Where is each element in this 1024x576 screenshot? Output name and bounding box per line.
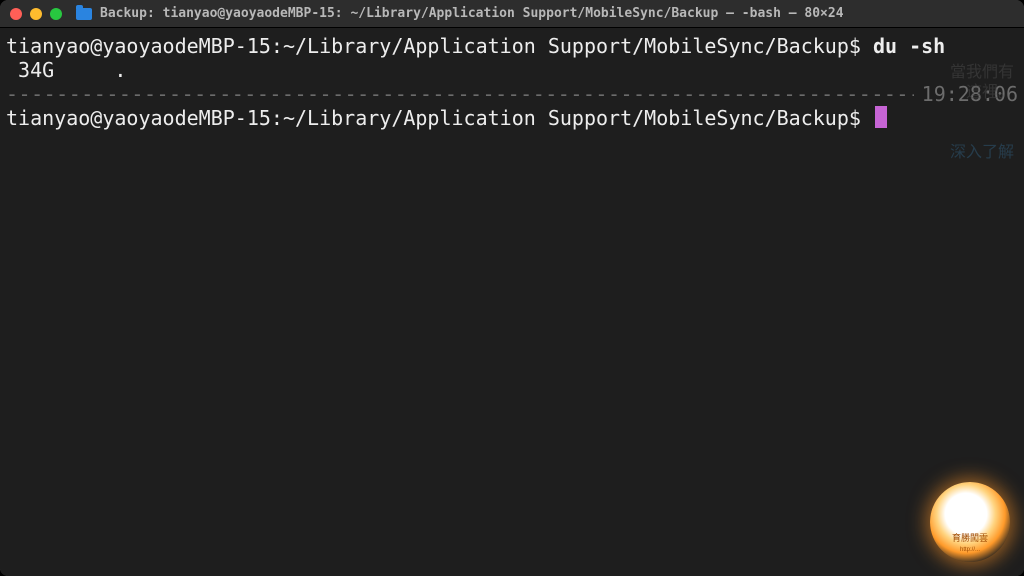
separator-dashes: ----------------------------------------… [6,82,914,106]
traffic-lights [10,8,62,20]
terminal-area[interactable]: 當我們有 這裡。 深入了解 tianyao@yaoyaodeMBP-15:~/L… [0,28,1024,576]
output-line: 34G . [0,58,1024,82]
watermark-label: 育勝闖雲 http://... [952,534,988,554]
close-icon[interactable] [10,8,22,20]
cursor-icon [875,106,887,128]
bg-text-line: 深入了解 [950,142,1014,162]
command-text: du -sh [873,34,945,58]
output-text: 34G . [6,58,126,82]
command-line-1: tianyao@yaoyaodeMBP-15:~/Library/Applica… [0,34,1024,58]
folder-icon [76,8,92,20]
prompt-text: tianyao@yaoyaodeMBP-15:~/Library/Applica… [6,106,873,130]
timestamp: 19:28:06 [914,82,1018,106]
command-line-2[interactable]: tianyao@yaoyaodeMBP-15:~/Library/Applica… [0,106,1024,130]
watermark-badge: 育勝闖雲 http://... [930,482,1010,562]
zoom-icon[interactable] [50,8,62,20]
titlebar[interactable]: Backup: tianyao@yaoyaodeMBP-15: ~/Librar… [0,0,1024,28]
terminal-window: Backup: tianyao@yaoyaodeMBP-15: ~/Librar… [0,0,1024,576]
separator-row: ----------------------------------------… [0,82,1024,106]
prompt-text: tianyao@yaoyaodeMBP-15:~/Library/Applica… [6,34,873,58]
window-title: Backup: tianyao@yaoyaodeMBP-15: ~/Librar… [100,6,844,21]
minimize-icon[interactable] [30,8,42,20]
